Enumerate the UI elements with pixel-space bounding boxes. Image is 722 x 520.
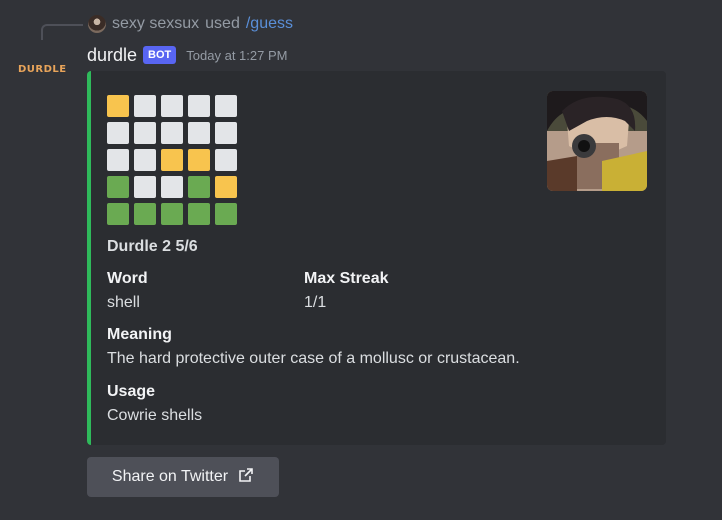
grid-tile — [134, 176, 156, 198]
field-usage-name: Usage — [107, 383, 156, 400]
message-timestamp: Today at 1:27 PM — [186, 47, 288, 63]
field-word-value: shell — [107, 294, 140, 311]
bot-badge: BOT — [143, 46, 177, 64]
share-on-twitter-button[interactable]: Share on Twitter — [87, 457, 279, 497]
field-meaning-value: The hard protective outer case of a moll… — [107, 350, 520, 367]
grid-tile — [215, 122, 237, 144]
bot-avatar[interactable]: DURDLE — [18, 64, 66, 78]
embed-title: Durdle 2 5/6 — [107, 238, 198, 255]
grid-tile — [161, 149, 183, 171]
grid-tile — [134, 122, 156, 144]
grid-tile — [107, 176, 129, 198]
field-usage-value: Cowrie shells — [107, 407, 203, 424]
reply-command[interactable]: /guess — [246, 15, 293, 33]
field-streak-value: 1/1 — [304, 294, 327, 311]
reply-avatar[interactable] — [88, 15, 106, 33]
grid-tile — [107, 203, 129, 225]
grid-tile — [188, 149, 210, 171]
grid-tile — [134, 203, 156, 225]
grid-tile — [161, 176, 183, 198]
guess-grid — [107, 95, 237, 225]
grid-tile — [107, 95, 129, 117]
grid-tile — [188, 95, 210, 117]
grid-tile — [215, 203, 237, 225]
bot-username[interactable]: durdle — [87, 45, 137, 66]
bot-logo-text: DURDLE — [18, 64, 67, 75]
reply-reference[interactable]: sexy sexsux used /guess — [88, 14, 293, 34]
grid-tile — [188, 122, 210, 144]
grid-tile — [161, 203, 183, 225]
field-streak-name: Max Streak — [304, 270, 389, 287]
game-embed: Durdle 2 5/6 Word shell Max Streak 1/1 M… — [87, 71, 666, 445]
message-header: durdle BOT Today at 1:27 PM — [87, 43, 287, 67]
reply-action: used — [205, 15, 240, 32]
embed-thumbnail[interactable] — [547, 91, 647, 191]
field-word-name: Word — [107, 270, 148, 287]
field-meaning-name: Meaning — [107, 326, 172, 343]
external-link-icon — [238, 467, 254, 488]
grid-tile — [215, 149, 237, 171]
grid-tile — [188, 176, 210, 198]
grid-tile — [134, 95, 156, 117]
grid-tile — [215, 95, 237, 117]
grid-tile — [107, 149, 129, 171]
grid-tile — [215, 176, 237, 198]
grid-tile — [161, 95, 183, 117]
grid-tile — [161, 122, 183, 144]
reply-username[interactable]: sexy sexsux — [112, 15, 199, 33]
share-button-label: Share on Twitter — [111, 468, 229, 485]
grid-tile — [134, 149, 156, 171]
grid-tile — [107, 122, 129, 144]
grid-tile — [188, 203, 210, 225]
reply-connector — [41, 24, 83, 40]
